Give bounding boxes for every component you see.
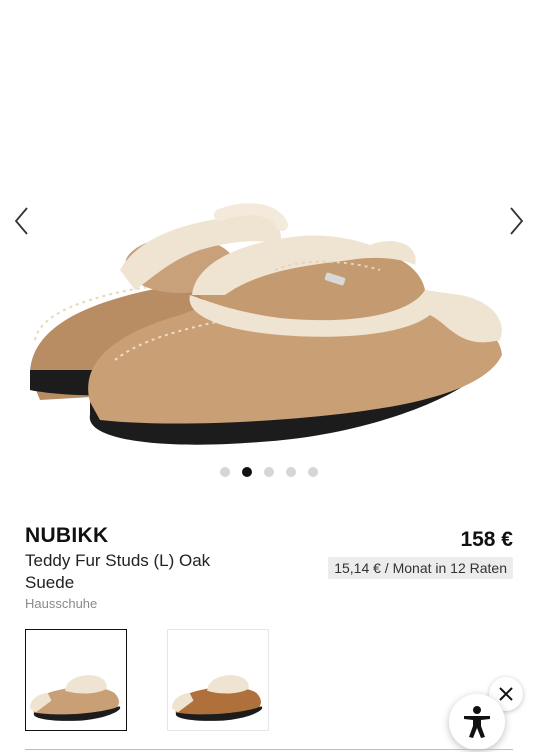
accessibility-icon	[464, 706, 490, 738]
gallery-dot-active[interactable]	[241, 467, 252, 477]
gallery-dot[interactable]	[219, 467, 230, 477]
variant-oak[interactable]	[25, 629, 127, 731]
accessibility-button[interactable]	[449, 694, 505, 750]
variant-brown[interactable]	[167, 629, 269, 731]
gallery-dot[interactable]	[307, 467, 318, 477]
color-variants	[25, 629, 269, 731]
gallery-dot[interactable]	[285, 467, 296, 477]
next-image-button[interactable]	[504, 205, 528, 237]
variant-brown-thumbnail	[171, 675, 263, 721]
installment-info[interactable]: 15,14 € / Monat in 12 Raten	[328, 557, 513, 579]
product-image	[30, 203, 502, 445]
product-name: Teddy Fur Studs (L) Oak Suede	[25, 551, 211, 592]
chevron-right-icon	[510, 207, 524, 235]
product-brand[interactable]: NUBIKK	[25, 524, 108, 548]
product-gallery	[0, 0, 537, 500]
gallery-dot[interactable]	[263, 467, 274, 477]
section-divider	[25, 749, 513, 750]
gallery-pagination	[0, 467, 537, 477]
variant-oak-thumbnail	[29, 675, 121, 721]
close-icon	[499, 687, 513, 701]
product-category: Hausschuhe	[25, 596, 98, 611]
product-price: 158 €	[460, 528, 513, 551]
